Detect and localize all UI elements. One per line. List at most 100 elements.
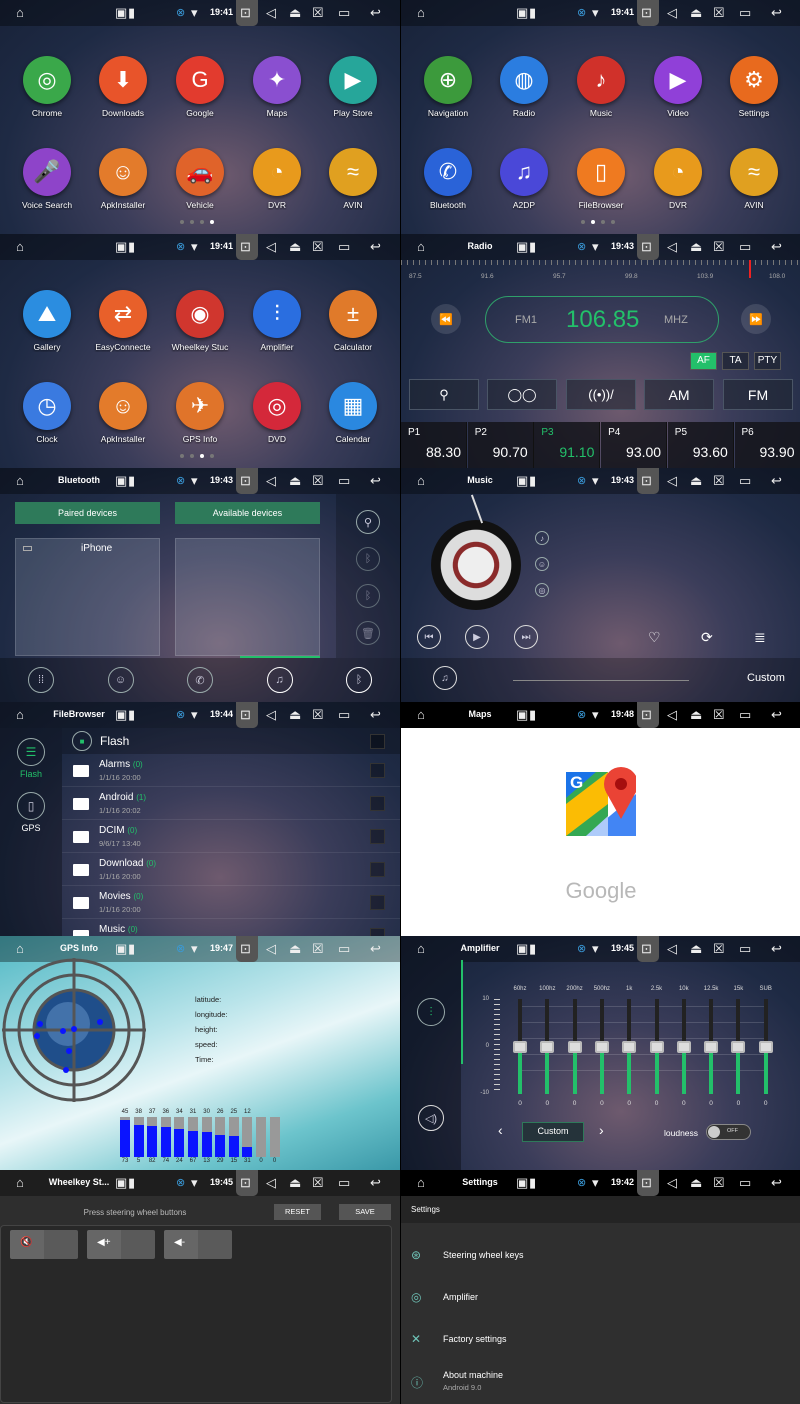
volume-icon[interactable]: ◁ [266, 239, 276, 255]
file-checkbox[interactable] [370, 862, 385, 877]
home-icon[interactable]: ⌂ [417, 707, 425, 723]
next-button[interactable]: ⏭ [514, 625, 538, 649]
page-dot[interactable] [200, 220, 204, 224]
app-wheelkey-stuc[interactable]: ◉ Wheelkey Stuc [162, 290, 238, 352]
recent-apps-icon[interactable]: ▭ [338, 707, 350, 723]
select-all-checkbox[interactable] [370, 734, 385, 749]
page-dot[interactable] [210, 454, 214, 458]
recent-apps-icon[interactable]: ▭ [739, 5, 751, 21]
app-a2dp[interactable]: ♫ A2DP [486, 148, 562, 210]
equalizer-icon[interactable]: ⫶ [417, 998, 445, 1026]
home-icon[interactable]: ⌂ [16, 239, 24, 255]
eq-slider-15k[interactable] [731, 999, 746, 1094]
close-app-icon[interactable]: ☒ [312, 5, 324, 21]
back-icon[interactable]: ↩ [370, 707, 381, 723]
artist-icon[interactable]: ☺ [535, 557, 549, 571]
tuning-marker[interactable] [748, 260, 751, 278]
app-radio[interactable]: ◍ Radio [486, 56, 562, 118]
close-app-icon[interactable]: ☒ [713, 5, 725, 21]
app-amplifier[interactable]: ⫶ Amplifier [239, 290, 315, 352]
home-icon[interactable]: ⌂ [417, 473, 425, 489]
app-music[interactable]: ♪ Music [563, 56, 639, 118]
eq-slider-2.5k[interactable] [649, 999, 664, 1094]
volume-icon[interactable]: ◁ [667, 239, 677, 255]
file-checkbox[interactable] [370, 763, 385, 778]
app-avin[interactable]: ≈ AVIN [315, 148, 391, 210]
eq-slider-500hz[interactable] [594, 999, 609, 1094]
app-maps[interactable]: ✦ Maps [239, 56, 315, 118]
sd-card-icon[interactable]: ▯ [17, 792, 45, 820]
call-log-icon[interactable]: ✆ [187, 667, 213, 693]
recent-apps-icon[interactable]: ▭ [338, 473, 350, 489]
app-dvd[interactable]: ◎ DVD [239, 382, 315, 444]
app-calendar[interactable]: ▦ Calendar [315, 382, 391, 444]
file-row[interactable]: Download (0) 1/1/16 20:00 [62, 853, 400, 886]
file-checkbox[interactable] [370, 895, 385, 910]
preset-selector[interactable]: Custom [522, 1122, 584, 1142]
settings-item-factory-settings[interactable]: ✕ Factory settings [401, 1326, 800, 1356]
speaker-balance-icon[interactable]: ◁) [418, 1105, 444, 1131]
local-distance-button[interactable]: ((•))/ [566, 379, 636, 410]
file-row[interactable]: Alarms (0) 1/1/16 20:00 [62, 754, 400, 787]
eq-slider-knob[interactable] [540, 1040, 555, 1053]
back-icon[interactable]: ↩ [771, 707, 782, 723]
close-app-icon[interactable]: ☒ [312, 707, 324, 723]
next-preset-button[interactable]: › [599, 1122, 604, 1138]
recent-apps-icon[interactable]: ▭ [739, 239, 751, 255]
recent-apps-icon[interactable]: ▭ [338, 1175, 350, 1191]
recent-apps-icon[interactable]: ▭ [739, 707, 751, 723]
play-button[interactable]: ▶ [465, 625, 489, 649]
eject-icon[interactable]: ⏏ [690, 473, 702, 489]
eq-slider-knob[interactable] [567, 1040, 582, 1053]
close-app-icon[interactable]: ☒ [713, 941, 725, 957]
eq-slider-knob[interactable] [622, 1040, 637, 1053]
preset-p6[interactable]: P6 93.90 [734, 422, 800, 468]
settings-item-amplifier[interactable]: ◎ Amplifier [401, 1284, 800, 1314]
repeat-icon[interactable]: ⟳ [701, 629, 713, 646]
reset-button[interactable]: RESET [274, 1204, 321, 1220]
home-icon[interactable]: ⌂ [417, 1175, 425, 1191]
eject-icon[interactable]: ⏏ [289, 707, 301, 723]
eject-icon[interactable]: ⏏ [289, 239, 301, 255]
app-navigation[interactable]: ⊕ Navigation [410, 56, 486, 118]
app-google[interactable]: G Google [162, 56, 238, 118]
close-app-icon[interactable]: ☒ [713, 707, 725, 723]
eject-icon[interactable]: ⏏ [690, 5, 702, 21]
file-checkbox[interactable] [370, 928, 385, 936]
file-row[interactable]: Music (0) [62, 919, 400, 936]
page-dot[interactable] [611, 220, 615, 224]
progress-bar[interactable] [513, 680, 689, 681]
am-band-button[interactable]: AM [644, 379, 714, 410]
app-filebrowser[interactable]: ▯ FileBrowser [563, 148, 639, 210]
stereo-button[interactable]: ◯◯ [487, 379, 557, 410]
search-button[interactable]: ⚲ [409, 379, 479, 410]
app-avin[interactable]: ≈ AVIN [716, 148, 792, 210]
toggle-af[interactable]: AF [690, 352, 717, 370]
close-app-icon[interactable]: ☒ [312, 473, 324, 489]
eq-slider-60hz[interactable] [513, 999, 527, 1094]
volume-icon[interactable]: ◁ [667, 5, 677, 21]
screenshot-icon[interactable]: ⊡ [240, 941, 251, 957]
back-icon[interactable]: ↩ [771, 941, 782, 957]
contacts-icon[interactable]: ☺ [107, 667, 134, 693]
app-settings[interactable]: ⚙ Settings [716, 56, 792, 118]
screenshot-icon[interactable]: ⊡ [641, 707, 652, 723]
screenshot-icon[interactable]: ⊡ [641, 473, 652, 489]
dialpad-icon[interactable]: ⁞⁞ [28, 667, 54, 693]
app-downloads[interactable]: ⬇ Downloads [85, 56, 161, 118]
app-dvr[interactable]: ◔ DVR [239, 148, 315, 210]
app-calculator[interactable]: ± Calculator [315, 290, 391, 352]
frequency-scale[interactable]: 87.5 91.6 95.7 99.8 103.9 108.0 [401, 260, 800, 284]
back-icon[interactable]: ↩ [771, 473, 782, 489]
wheel-key-button[interactable]: 🔇 [10, 1230, 78, 1259]
home-icon[interactable]: ⌂ [16, 1175, 24, 1191]
volume-icon[interactable]: ◁ [266, 5, 276, 21]
home-icon[interactable]: ⌂ [16, 707, 24, 723]
eq-slider-knob[interactable] [731, 1040, 746, 1053]
home-icon[interactable]: ⌂ [16, 941, 24, 957]
recent-apps-icon[interactable]: ▭ [739, 473, 751, 489]
eq-slider-100hz[interactable] [540, 999, 555, 1094]
page-dot[interactable] [180, 454, 184, 458]
device-item-iphone[interactable]: iPhone [15, 538, 160, 560]
bluetooth-disconnect-icon[interactable]: ᛒ [356, 584, 380, 608]
